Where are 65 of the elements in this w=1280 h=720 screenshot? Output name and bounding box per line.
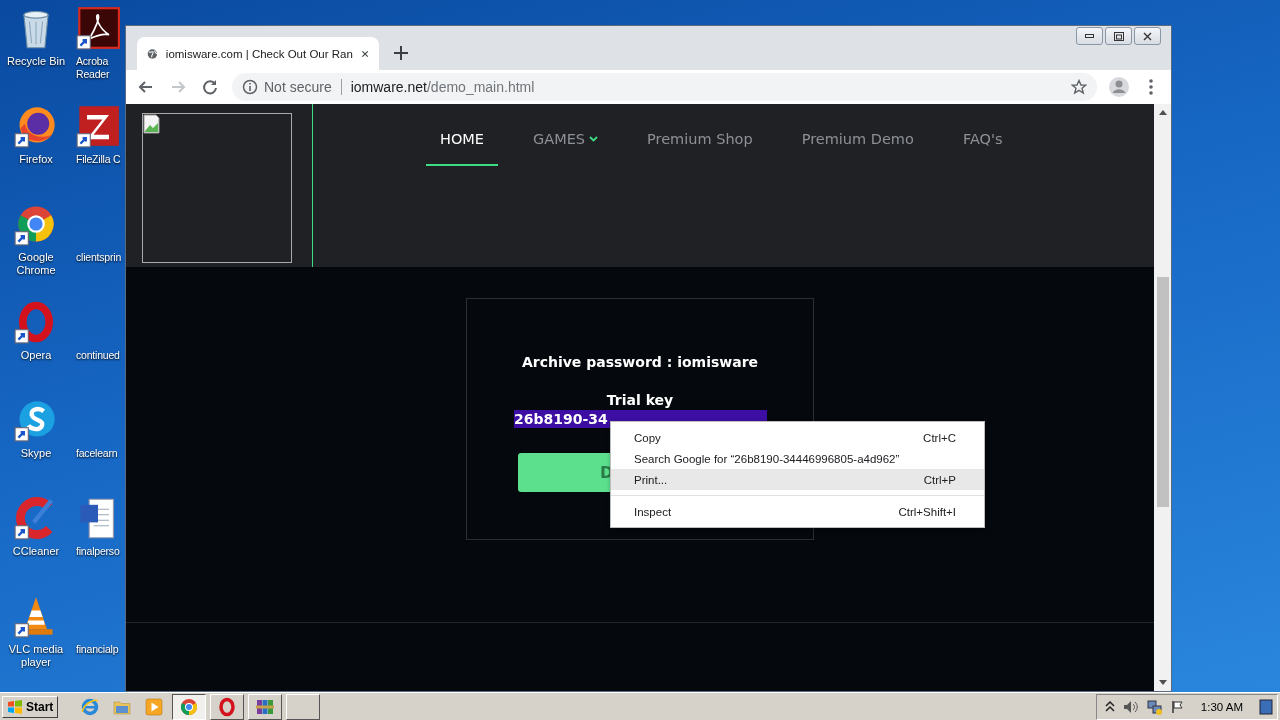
pdf-reader-icon — [76, 6, 120, 50]
minimize-button[interactable] — [1076, 27, 1103, 45]
icon-label[interactable]: Acroba Reader — [76, 55, 125, 81]
globe-browser-icon — [80, 696, 101, 717]
icon-label[interactable]: continued — [76, 349, 120, 362]
icon-label[interactable]: VLC media player — [2, 643, 70, 669]
chevron-down-icon[interactable] — [589, 136, 599, 142]
menu-item[interactable]: Search Google for “26b8190-34446996805-a4d962” — [611, 448, 984, 469]
icon-label[interactable]: finalperso — [76, 545, 120, 558]
icon-label[interactable]: Opera — [20, 349, 52, 362]
nav-link[interactable]: HOME — [426, 104, 498, 166]
restore-button[interactable] — [1105, 27, 1132, 45]
icon-label[interactable]: Recycle Bin — [6, 55, 66, 68]
nav-link[interactable]: Premium Demo — [787, 104, 928, 166]
shortcut-text: Ctrl+C — [923, 431, 956, 444]
fox-globe-icon — [14, 104, 58, 148]
restore-icon — [1113, 31, 1124, 41]
password-text: Archive password : iomisware — [521, 354, 759, 370]
menu-item[interactable]: Print... Ctrl+P — [611, 469, 984, 490]
icon-label[interactable]: Firefox — [19, 153, 53, 166]
close-icon — [1143, 31, 1152, 41]
icon-label[interactable]: clientsprin — [76, 251, 122, 264]
ftp-client-icon — [76, 104, 120, 148]
chat-app-icon — [14, 398, 58, 442]
key-label: Trial key — [606, 392, 674, 408]
menu-item[interactable]: Inspect Ctrl+Shift+I — [611, 501, 984, 522]
menu-item[interactable]: Copy Ctrl+C — [611, 427, 984, 448]
icon-label[interactable]: financialp — [76, 643, 119, 656]
broken-image-icon — [143, 114, 163, 134]
icon-label[interactable]: facelearn — [76, 447, 118, 460]
star-icon[interactable] — [1071, 79, 1087, 95]
network-icon[interactable] — [1146, 698, 1163, 715]
taskbar-button[interactable] — [172, 693, 207, 720]
browser-icon — [179, 696, 200, 717]
ring-browser-icon — [217, 696, 238, 717]
menu-item-label: Inspect — [634, 505, 672, 518]
menu-item-label: Print... — [634, 473, 668, 486]
scrollbar[interactable] — [1154, 104, 1171, 691]
address-bar[interactable]: Not secure iomware.net/demo_main.html — [232, 73, 1097, 101]
nav-link[interactable]: FAQ's — [948, 104, 1017, 166]
shortcut-text: Ctrl+Shift+I — [898, 505, 956, 518]
menu-item-label: Search Google for “26b8190-34446996805-a4d962” — [634, 452, 900, 465]
start-button[interactable]: Start — [2, 695, 59, 718]
flag-icon[interactable] — [1170, 699, 1185, 714]
nav-link[interactable]: Premium Shop — [633, 104, 767, 166]
menu-item-label: Copy — [634, 431, 661, 444]
url-text: iomware.net/demo_main.html — [350, 79, 535, 95]
show-desktop-icon[interactable] — [1259, 696, 1273, 717]
nav-link[interactable]: GAMES — [519, 104, 613, 166]
icon-label[interactable]: Google Chrome — [2, 251, 70, 277]
windows-flag-icon — [7, 699, 23, 714]
close-button[interactable] — [1134, 27, 1161, 45]
shortcut-text: Ctrl+P — [923, 473, 956, 486]
browser-tab[interactable]: iomisware.com | Check Out Our Ran — [137, 37, 379, 70]
security-label: Not secure — [264, 79, 332, 95]
minimize-icon — [1085, 34, 1094, 38]
icon-label[interactable]: FileZilla C — [76, 153, 121, 166]
chevron-up-icon[interactable] — [1104, 700, 1115, 713]
clock-text[interactable]: 1:30 AM — [1200, 700, 1243, 713]
icon-label[interactable]: CCleaner — [12, 545, 60, 558]
media-player-icon — [144, 696, 165, 717]
info-icon[interactable] — [242, 79, 258, 95]
icon-label[interactable]: Skype — [20, 447, 52, 460]
logo-frame[interactable] — [142, 113, 292, 263]
speaker-icon[interactable] — [1122, 699, 1139, 714]
